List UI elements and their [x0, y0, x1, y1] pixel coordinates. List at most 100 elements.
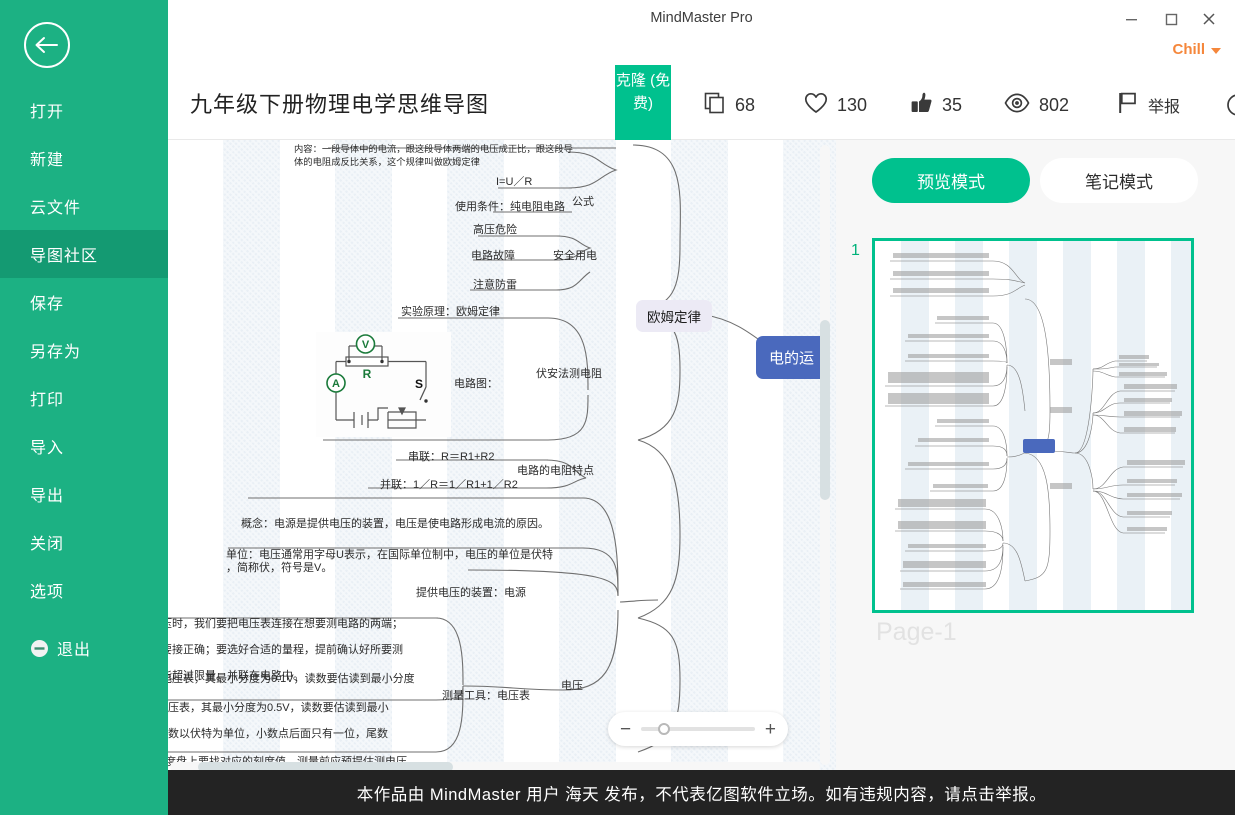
svg-text:S: S — [415, 377, 423, 391]
canvas-vertical-scrollbar[interactable] — [820, 145, 830, 765]
sidebar-item-label: 云文件 — [30, 200, 82, 217]
stat-value: 130 — [837, 94, 868, 115]
heart-icon — [804, 92, 828, 119]
partial-circle-icon[interactable] — [1226, 93, 1235, 117]
zoom-in-button[interactable]: + — [765, 720, 776, 739]
sidebar-item-label: 导出 — [30, 488, 65, 505]
minus-circle-glyph — [31, 639, 48, 657]
circuit-diagram[interactable]: V A R S — [316, 332, 451, 437]
stat-value: 35 — [942, 94, 963, 115]
sidebar-item-label: 导图社区 — [30, 248, 99, 265]
sidebar-item-label: 打开 — [30, 104, 65, 121]
sidebar-item-save[interactable]: 保存 — [0, 278, 168, 326]
app-window: 打开 新建 云文件 导图社区 保存 另存为 打印 导入 导出 关闭 选项 退出 … — [0, 0, 1235, 815]
node-lightning[interactable]: 注意防雷 — [473, 279, 517, 292]
node-series[interactable]: 串联：R＝R1+R2 — [408, 451, 495, 464]
sidebar-item-community[interactable]: 导图社区 — [0, 230, 168, 278]
sidebar-item-exit[interactable]: 退出 — [0, 624, 168, 672]
stat-likes[interactable]: 130 — [804, 89, 867, 121]
sidebar-item-print[interactable]: 打印 — [0, 374, 168, 422]
node-resistance-feature[interactable]: 电路的电阻特点 — [517, 465, 594, 478]
node-condition[interactable]: 使用条件：纯电阻电路 — [455, 201, 565, 214]
flag-glyph — [1119, 92, 1136, 113]
sidebar-item-save-as[interactable]: 另存为 — [0, 326, 168, 374]
mindmap-canvas[interactable]: 内容：一段导体中的电流，跟这段导体两端的电压成正比，跟这段导 体的电阻成反比关系… — [168, 140, 836, 770]
node-formula-value[interactable]: I=U／R — [496, 176, 532, 189]
stat-value: 68 — [735, 94, 756, 115]
report-button[interactable]: 举报 — [1118, 89, 1180, 121]
page-number: 1 — [851, 242, 860, 259]
footer-disclaimer: 本作品由 MindMaster 用户 海天 发布，不代表亿图软件立场。如有违规内… — [168, 770, 1235, 815]
title-bar: MindMaster Pro — [168, 0, 1235, 38]
sidebar-item-options[interactable]: 选项 — [0, 566, 168, 614]
flag-icon — [1118, 91, 1138, 120]
back-arrow-icon[interactable] — [24, 22, 70, 68]
window-title: MindMaster Pro — [650, 10, 753, 26]
stat-views[interactable]: 802 — [1004, 89, 1069, 121]
svg-text:R: R — [363, 367, 372, 381]
tab-note-mode[interactable]: 笔记模式 — [1040, 158, 1198, 203]
stat-copies[interactable]: 68 — [704, 89, 755, 121]
minimize-icon — [1125, 19, 1137, 21]
sidebar-item-open[interactable]: 打开 — [0, 86, 168, 134]
node-parallel[interactable]: 并联：1／R＝1／R1+1／R2 — [380, 479, 518, 492]
node-voltage-concept[interactable]: 概念：电源是提供电压的装置，电压是使电路形成电流的原因。 — [241, 518, 549, 531]
node-content[interactable]: 内容：一段导体中的电流，跟这段导体两端的电压成正比，跟这段导 体的电阻成反比关系… — [294, 143, 604, 169]
page-title: 九年级下册物理电学思维导图 — [190, 92, 490, 117]
node-voltage-unit[interactable]: 单位：电压通常用字母U表示，在国际单位制中，电压的单位是伏特 ，简称伏，符号是V… — [226, 549, 576, 575]
sidebar-item-new[interactable]: 新建 — [0, 134, 168, 182]
node-va-method[interactable]: 伏安法测电阻 — [536, 368, 602, 381]
maximize-button[interactable] — [1157, 6, 1185, 32]
node-voltage[interactable]: 电压 — [561, 680, 583, 693]
node-high-voltage[interactable]: 高压危险 — [473, 224, 517, 237]
vertical-scroll-thumb[interactable] — [820, 320, 830, 500]
sidebar-item-label: 退出 — [57, 642, 92, 659]
sidebar: 打开 新建 云文件 导图社区 保存 另存为 打印 导入 导出 关闭 选项 退出 — [0, 0, 168, 815]
sidebar-item-close[interactable]: 关闭 — [0, 518, 168, 566]
zoom-out-button[interactable]: − — [620, 720, 631, 739]
sidebar-item-label: 导入 — [30, 440, 65, 457]
node-formula[interactable]: 公式 — [572, 196, 594, 209]
node-ohms-law[interactable]: 欧姆定律 — [636, 300, 712, 332]
back-arrow-glyph — [35, 37, 58, 53]
maximize-icon — [1165, 13, 1177, 25]
thumbs-up-glyph — [911, 92, 932, 112]
sidebar-footer-fill — [0, 800, 168, 815]
node-safe-power[interactable]: 安全用电 — [553, 250, 597, 263]
sidebar-item-label: 另存为 — [30, 344, 82, 361]
circuit-diagram-svg: V A R S — [326, 334, 428, 429]
partial-circle-glyph — [1227, 94, 1235, 116]
page-thumbnail[interactable] — [872, 238, 1194, 613]
node-exp-principle[interactable]: 实验原理：欧姆定律 — [401, 306, 500, 319]
svg-text:A: A — [332, 378, 340, 390]
node-voltage-source[interactable]: 提供电压的装置：电源 — [416, 587, 526, 600]
node-measure-tool[interactable]: 测量工具：电压表 — [442, 690, 530, 703]
document-header: 九年级下册物理电学思维导图 克隆 (免 费) 68 130 35 802 举报 — [168, 65, 1235, 144]
node-circuit-fault[interactable]: 电路故障 — [471, 250, 515, 263]
minimize-button[interactable] — [1117, 6, 1145, 32]
zoom-slider-handle[interactable] — [657, 723, 670, 735]
sidebar-item-export[interactable]: 导出 — [0, 470, 168, 518]
sidebar-item-cloud-files[interactable]: 云文件 — [0, 182, 168, 230]
tab-preview-mode[interactable]: 预览模式 — [872, 158, 1030, 203]
node-center-topic[interactable]: 电的运 — [756, 336, 828, 379]
zoom-control[interactable]: − + — [608, 712, 788, 746]
zoom-slider-track[interactable] — [641, 723, 755, 735]
sidebar-item-label: 新建 — [30, 152, 65, 169]
sidebar-item-import[interactable]: 导入 — [0, 422, 168, 470]
close-button[interactable] — [1195, 6, 1223, 32]
sidebar-item-label: 关闭 — [30, 536, 65, 553]
thumbnail-mindmap — [885, 253, 1185, 590]
user-name[interactable]: Chill — [1173, 41, 1206, 58]
sidebar-item-label: 打印 — [30, 392, 65, 409]
clone-free-button[interactable]: 克隆 (免 费) — [615, 65, 671, 144]
sidebar-item-label: 保存 — [30, 296, 65, 313]
stat-thumbs-up[interactable]: 35 — [910, 89, 962, 121]
chevron-down-icon[interactable] — [1211, 48, 1221, 54]
right-panel: 预览模式 笔记模式 1 Page-1 — [836, 140, 1235, 770]
node-circuit-diagram-label[interactable]: 电路图： — [454, 378, 498, 391]
thumbs-up-icon — [910, 91, 933, 119]
eye-icon — [1004, 93, 1030, 118]
node-reading-1[interactable]: 的电压表，其最小分度为0.1V，读数要估读到最小分度 — [168, 673, 415, 686]
sidebar-item-label: 选项 — [30, 584, 65, 601]
